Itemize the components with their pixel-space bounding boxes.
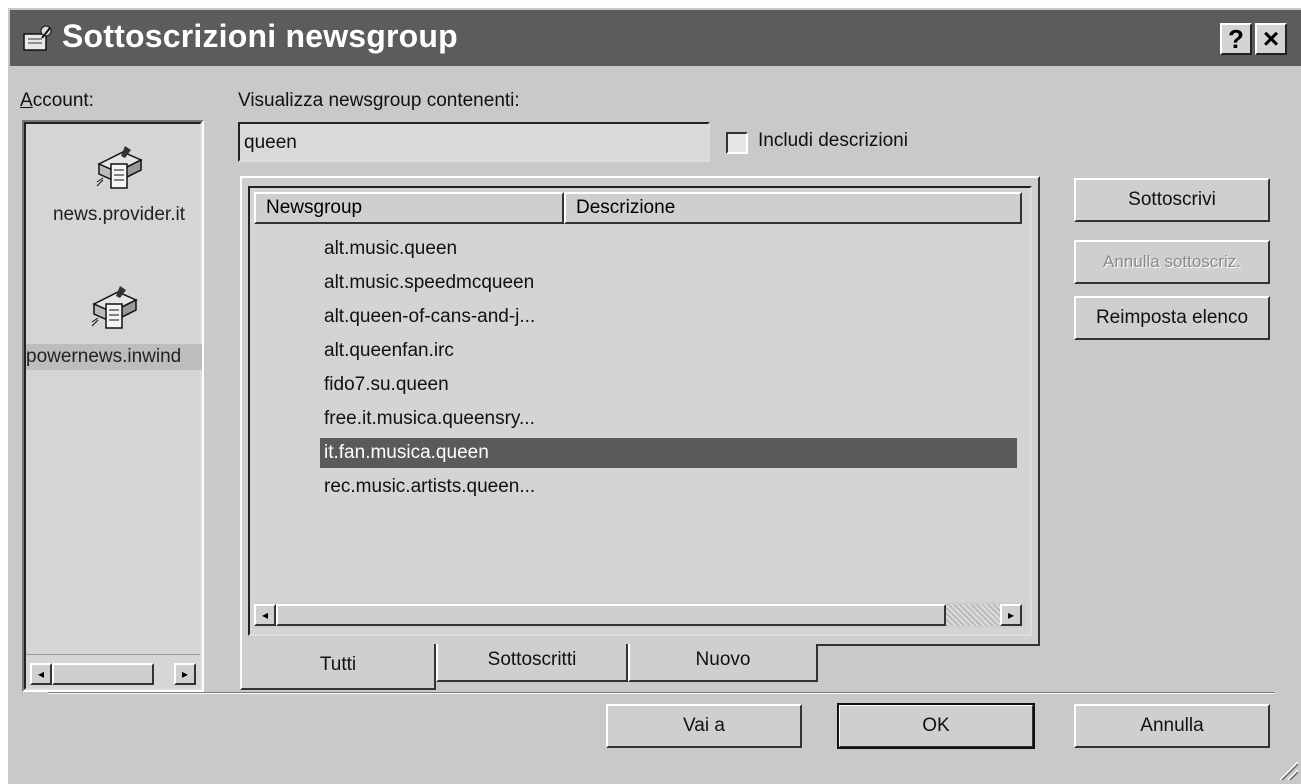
account-item-news-provider[interactable]: news.provider.it xyxy=(34,138,204,226)
goto-button-label: Vai a xyxy=(683,715,725,736)
scroll-thumb[interactable] xyxy=(276,604,946,626)
tab-all[interactable]: Tutti xyxy=(240,644,436,690)
ok-button-label: OK xyxy=(922,715,950,736)
include-descriptions-label: Includi descrizioni xyxy=(758,130,908,151)
scroll-left-arrow-icon[interactable]: ◂ xyxy=(30,663,52,685)
newsgroup-row[interactable]: alt.music.speedmcqueen xyxy=(324,268,534,298)
help-button[interactable]: ? xyxy=(1220,23,1252,55)
account-list-hscroll[interactable]: ◂ ▸ xyxy=(26,654,200,688)
subscribe-button[interactable]: Sottoscrivi xyxy=(1074,178,1270,222)
scroll-right-arrow-icon[interactable]: ▸ xyxy=(1000,604,1022,626)
newsgroup-list[interactable]: Newsgroup Descrizione alt.music.queen al… xyxy=(248,186,1032,636)
account-list[interactable]: news.provider.it powernews.inwind ◂ ▸ xyxy=(24,122,202,690)
scroll-thumb[interactable] xyxy=(52,663,154,685)
cancel-button[interactable]: Annulla xyxy=(1074,704,1270,748)
scroll-track[interactable] xyxy=(946,604,1000,626)
newsgroup-row[interactable]: alt.music.queen xyxy=(324,234,457,264)
unsubscribe-button-label: Annulla sottoscriz. xyxy=(1103,252,1241,271)
goto-button[interactable]: Vai a xyxy=(606,704,802,748)
news-server-icon xyxy=(91,286,138,329)
tab-subscribed[interactable]: Sottoscritti xyxy=(436,644,628,682)
newsgroup-list-hscroll[interactable]: ◂ ▸ xyxy=(254,602,1026,628)
column-header-description[interactable]: Descrizione xyxy=(564,192,1022,224)
newsgroup-subscriptions-dialog: Sottoscrizioni newsgroup ? × Account: ne… xyxy=(6,6,1301,784)
news-server-icon xyxy=(96,146,143,189)
newsgroup-row[interactable]: fido7.su.queen xyxy=(324,370,449,400)
account-label-text: ccount: xyxy=(32,90,94,111)
filter-input[interactable]: queen xyxy=(238,122,710,162)
cancel-button-label: Annulla xyxy=(1140,715,1204,736)
unsubscribe-button[interactable]: Annulla sottoscriz. xyxy=(1074,240,1270,284)
account-list-frame: news.provider.it powernews.inwind ◂ ▸ xyxy=(22,120,204,692)
ok-button[interactable]: OK xyxy=(837,703,1035,749)
window-title: Sottoscrizioni newsgroup xyxy=(62,18,458,54)
filter-label: Visualizza newsgroup contenenti: xyxy=(238,90,520,111)
newsgroup-row[interactable]: rec.music.artists.queen... xyxy=(324,472,535,502)
newsgroup-row-selected[interactable]: it.fan.musica.queen xyxy=(320,438,1017,468)
include-descriptions-checkbox[interactable] xyxy=(726,132,748,154)
column-header-newsgroup[interactable]: Newsgroup xyxy=(254,192,564,224)
account-item-powernews[interactable]: powernews.inwind xyxy=(26,278,202,370)
filter-input-value: queen xyxy=(244,132,297,153)
title-bar[interactable]: Sottoscrizioni newsgroup ? × xyxy=(10,10,1301,66)
scroll-right-arrow-icon[interactable]: ▸ xyxy=(174,663,196,685)
account-label: Account: xyxy=(20,90,94,111)
newsgroup-row[interactable]: alt.queen-of-cans-and-j... xyxy=(324,302,535,332)
newsgroup-app-icon xyxy=(23,25,52,51)
reset-list-button-label: Reimposta elenco xyxy=(1095,307,1249,328)
tab-new[interactable]: Nuovo xyxy=(628,644,818,682)
newsgroup-row[interactable]: alt.queenfan.irc xyxy=(324,336,454,366)
reset-list-button[interactable]: Reimposta elenco xyxy=(1074,296,1270,340)
scroll-left-arrow-icon[interactable]: ◂ xyxy=(254,604,276,626)
subscribe-button-label: Sottoscrivi xyxy=(1128,189,1216,210)
resize-grip-icon[interactable] xyxy=(1276,758,1300,782)
account-name: news.provider.it xyxy=(52,204,185,225)
newsgroup-row[interactable]: free.it.musica.queensry... xyxy=(324,404,535,434)
account-name: powernews.inwind xyxy=(26,344,202,370)
close-button[interactable]: × xyxy=(1255,23,1287,55)
separator xyxy=(48,692,1274,694)
